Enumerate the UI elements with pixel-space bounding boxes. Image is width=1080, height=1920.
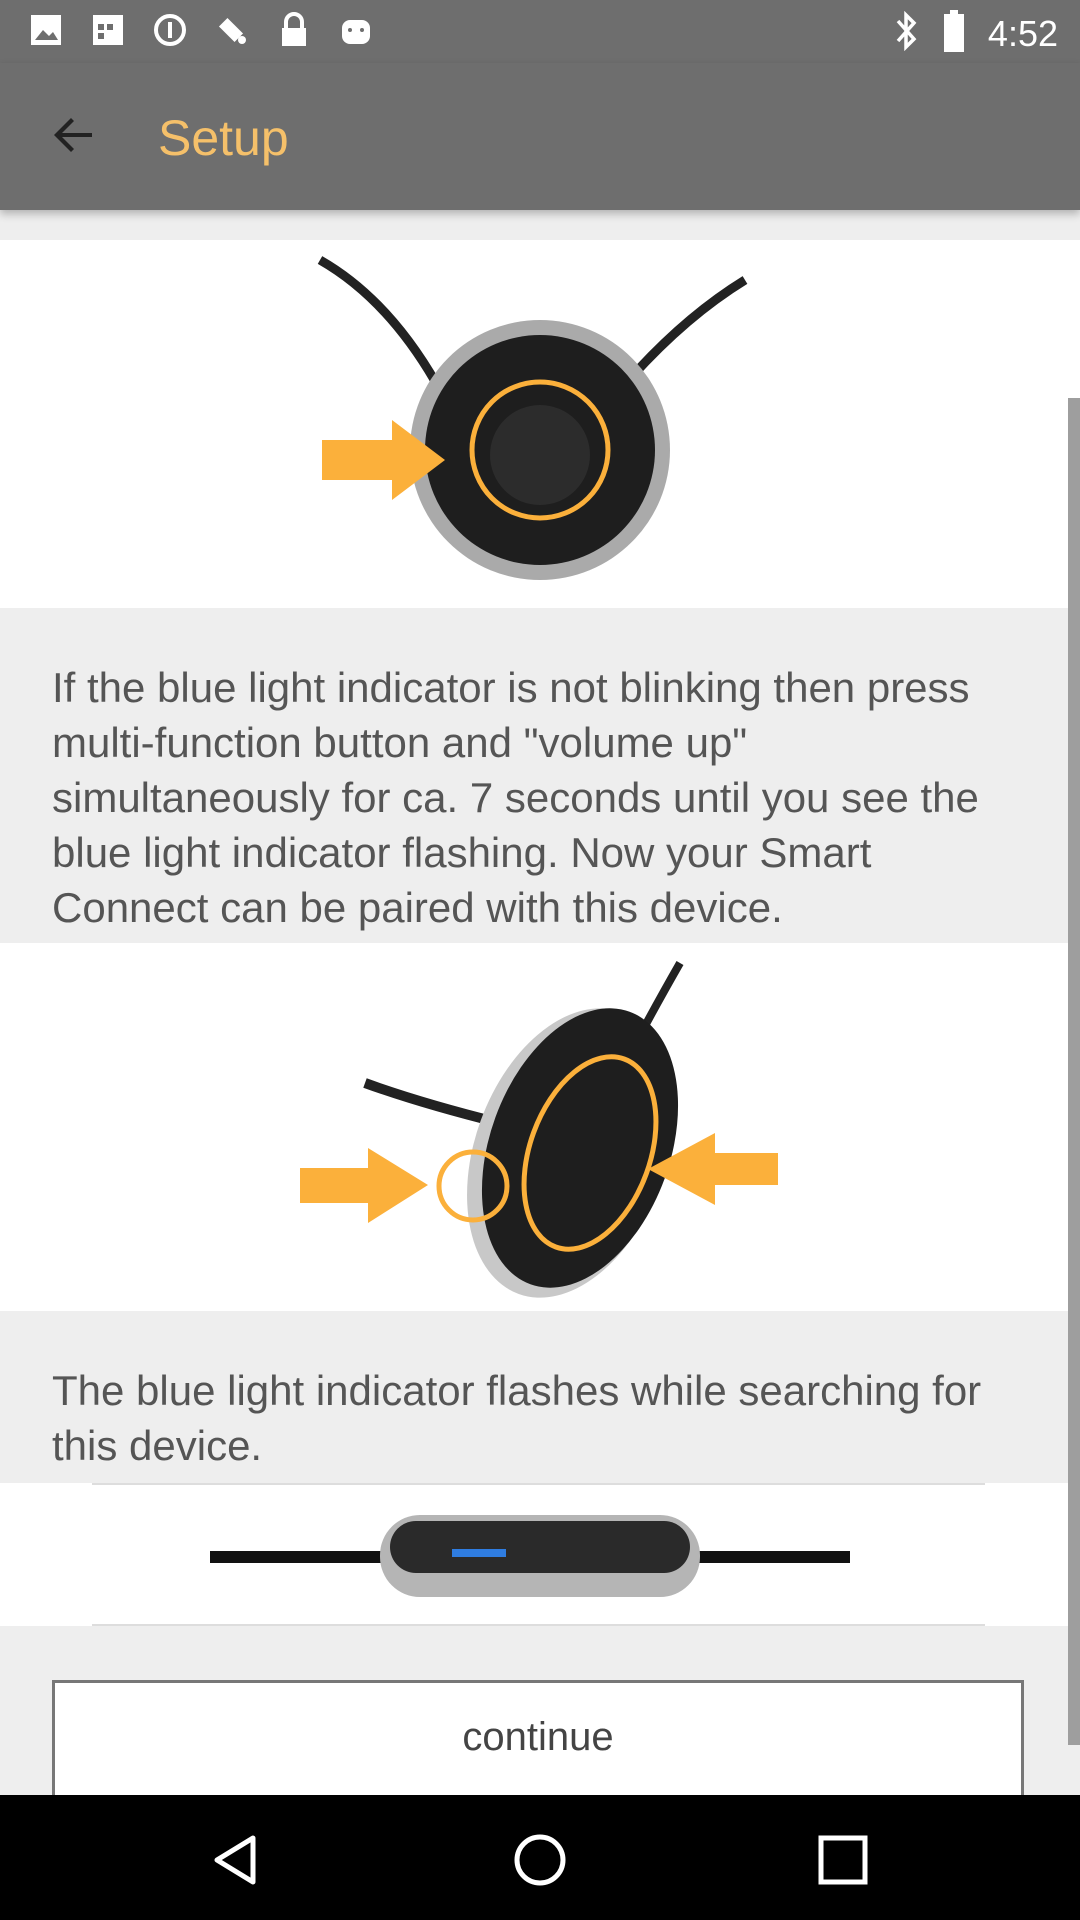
device-front-image [0,240,1080,608]
nav-recents-icon [818,1835,868,1885]
lock-icon [274,10,314,50]
android-icon [336,10,376,50]
satellite-fake-icon [212,10,252,50]
page-title: Setup [158,110,289,166]
app-bar: Setup [0,63,1080,210]
shop-icon [88,10,128,50]
device-side-image [0,943,1080,1311]
step-2-text-panel: The blue light indicator flashes while s… [0,1311,1080,1483]
scrollbar[interactable] [1068,398,1080,1745]
status-bar: 4:52 [0,0,1080,63]
circle-icon [150,10,190,50]
setup-content: If the blue light indicator is not blink… [0,240,1080,1795]
device-top-image [0,1483,1080,1626]
navigation-bar [0,1795,1080,1920]
battery-icon [942,10,966,57]
nav-recents-button[interactable] [808,1825,878,1895]
status-time: 4:52 [987,12,1058,54]
arrow-back-icon [54,118,92,152]
nav-back-button[interactable] [202,1825,272,1895]
status-icons-right: 4:52 [892,10,1058,57]
back-button[interactable] [42,103,106,167]
step-1-text-panel: If the blue light indicator is not blink… [0,608,1080,943]
bluetooth-icon [892,10,920,56]
step-2-text: The blue light indicator flashes while s… [52,1367,982,1469]
status-icons-left [26,10,376,50]
nav-home-button[interactable] [505,1825,575,1895]
photo-icon [26,10,66,50]
nav-back-icon [214,1835,256,1885]
nav-home-icon [514,1834,566,1886]
step-1-text: If the blue light indicator is not blink… [52,664,979,931]
